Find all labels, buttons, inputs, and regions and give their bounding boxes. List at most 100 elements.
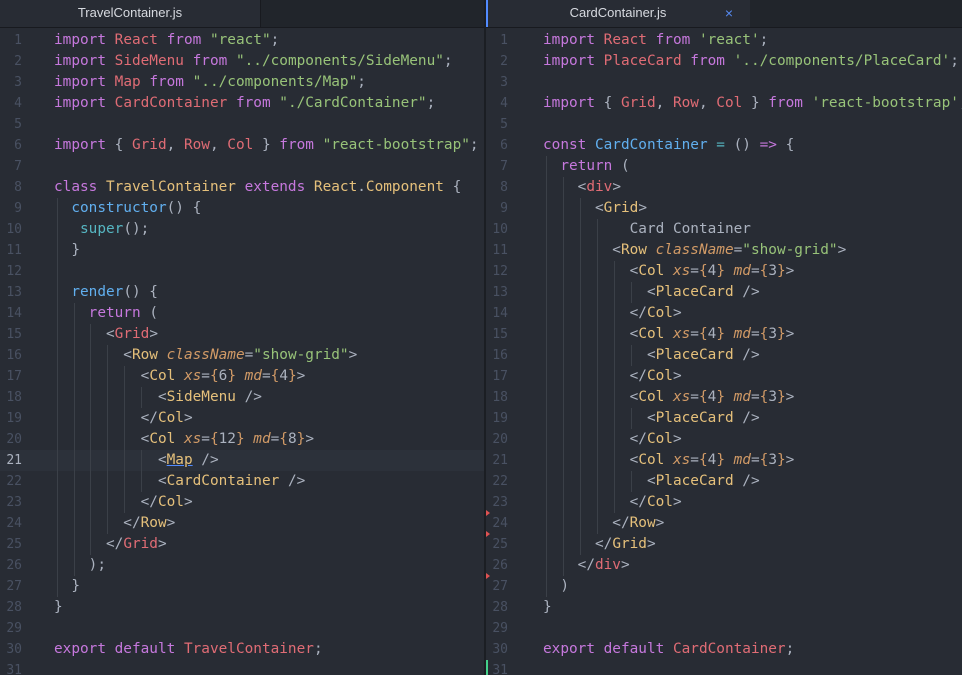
code-line[interactable]: 2 import SideMenu from "../components/Sid… (0, 51, 484, 72)
code-area-left[interactable]: 1 import React from "react"; 2 import SideM… (0, 27, 484, 675)
code-line[interactable]: 15 <Col xs={4} md={3}> (486, 324, 962, 345)
code-line[interactable]: 23 </Col> (486, 492, 962, 513)
tab-title: CardContainer.js (569, 5, 667, 20)
code-token: 3 (768, 452, 777, 468)
code-line[interactable]: 15 <Grid> (0, 324, 484, 345)
code-token: } (227, 368, 245, 384)
code-line[interactable]: 22 <PlaceCard /> (486, 471, 962, 492)
code-token: } (776, 452, 786, 468)
code-text: constructor() { (54, 198, 201, 219)
code-line[interactable]: 27 ) (486, 576, 962, 597)
line-number: 4 (14, 96, 22, 111)
code-line[interactable]: 16 <Row className="show-grid"> (0, 345, 484, 366)
code-line[interactable]: 11 } (0, 240, 484, 261)
code-line[interactable]: 12 (0, 261, 484, 282)
code-token: Col (157, 410, 184, 426)
code-token: xs (672, 452, 691, 468)
code-line[interactable]: 30 export default TravelContainer; (0, 639, 484, 660)
code-line[interactable]: 9 <Grid> (486, 198, 962, 219)
code-token: xs (672, 263, 691, 279)
code-line[interactable]: 3 import Map from "../components/Map"; (0, 72, 484, 93)
code-text: } (54, 597, 63, 618)
code-token: </ (543, 557, 595, 573)
code-line[interactable]: 26 ); (0, 555, 484, 576)
code-line[interactable]: 23 </Col> (0, 492, 484, 513)
code-line[interactable]: 27 } (0, 576, 484, 597)
code-line[interactable]: 16 <PlaceCard /> (486, 345, 962, 366)
code-line[interactable]: 28} (486, 597, 962, 618)
code-token: } (296, 431, 306, 447)
code-area-right[interactable]: 1 import React from 'react'; 2 import Place… (486, 27, 962, 675)
code-line[interactable]: 22 <CardContainer /> (0, 471, 484, 492)
left-editor-pane[interactable]: TravelContainer.js 1 import React from "r… (0, 0, 484, 675)
code-line[interactable]: 20 <Col xs={12} md={8}> (0, 429, 484, 450)
code-line[interactable]: 13 render() { (0, 282, 484, 303)
code-line[interactable]: 4 import CardContainer from "./CardContai… (0, 93, 484, 114)
code-line[interactable]: 8 class TravelContainer extends React.Com… (0, 177, 484, 198)
code-line[interactable]: 9 constructor() { (0, 198, 484, 219)
tab-cardcontainer[interactable]: CardContainer.js × (486, 0, 750, 27)
code-line[interactable]: 1 import React from 'react'; (486, 30, 962, 51)
code-line[interactable]: 6 import { Grid, Row, Col } from "react-b… (0, 135, 484, 156)
code-line[interactable]: 25 </Grid> (0, 534, 484, 555)
code-line[interactable]: 5 (486, 114, 962, 135)
code-line[interactable]: 21 <Col xs={4} md={3}> (486, 450, 962, 471)
code-line[interactable]: 31 (0, 660, 484, 675)
code-line[interactable]: 13 <PlaceCard /> (486, 282, 962, 303)
code-token: TravelContainer (105, 179, 245, 195)
code-line[interactable]: 8 <div> (486, 177, 962, 198)
code-line[interactable]: 17 </Col> (486, 366, 962, 387)
right-editor-pane[interactable]: CardContainer.js × 1 import React from 'r… (486, 0, 962, 675)
code-token: render (71, 284, 124, 300)
code-line[interactable]: 3 (486, 72, 962, 93)
code-token: div (594, 557, 621, 573)
code-line[interactable]: 10 super(); (0, 219, 484, 240)
code-token: ); (54, 557, 106, 573)
code-line[interactable]: 14 </Col> (486, 303, 962, 324)
code-token: CardContainer (166, 473, 288, 489)
code-line[interactable]: 24 </Row> (486, 513, 962, 534)
close-icon[interactable]: × (725, 0, 733, 26)
code-token: } (287, 368, 297, 384)
code-line[interactable]: 6 const CardContainer = () => { (486, 135, 962, 156)
code-line[interactable]: 19 <PlaceCard /> (486, 408, 962, 429)
code-line[interactable]: 11 <Row className="show-grid"> (486, 240, 962, 261)
code-line[interactable]: 29 (0, 618, 484, 639)
code-token: 3 (768, 326, 777, 342)
code-line[interactable]: 4 import { Grid, Row, Col } from 'react-b… (486, 93, 962, 114)
code-line[interactable]: 1 import React from "react"; (0, 30, 484, 51)
code-line[interactable]: 18 <Col xs={4} md={3}> (486, 387, 962, 408)
code-line[interactable]: 17 <Col xs={6} md={4}> (0, 366, 484, 387)
code-token: from (768, 95, 812, 111)
code-line[interactable]: 26 </div> (486, 555, 962, 576)
editor-window: TravelContainer.js 1 import React from "r… (0, 0, 962, 675)
code-line[interactable]: 12 <Col xs={4} md={3}> (486, 261, 962, 282)
code-line[interactable]: 30 export default CardContainer; (486, 639, 962, 660)
line-number: 4 (500, 96, 508, 111)
code-line[interactable]: 18 <SideMenu /> (0, 387, 484, 408)
code-text: <Grid> (543, 198, 647, 219)
code-line[interactable]: 14 return ( (0, 303, 484, 324)
code-line[interactable]: 31 (486, 660, 962, 675)
code-text: </Row> (543, 513, 664, 534)
code-line[interactable]: 20 </Col> (486, 429, 962, 450)
code-token: className (166, 347, 245, 363)
code-line[interactable]: 10 Card Container (486, 219, 962, 240)
code-line[interactable]: 21 <Map /> (0, 450, 484, 471)
code-line[interactable]: 29 (486, 618, 962, 639)
code-line[interactable]: 5 (0, 114, 484, 135)
code-line[interactable]: 24 </Row> (0, 513, 484, 534)
tab-travelcontainer[interactable]: TravelContainer.js (0, 0, 261, 27)
code-line[interactable]: 25 </Grid> (486, 534, 962, 555)
line-number: 6 (14, 138, 22, 153)
code-line[interactable]: 28} (0, 597, 484, 618)
code-line[interactable]: 7 (0, 156, 484, 177)
code-line[interactable]: 2 import PlaceCard from '../components/Pl… (486, 51, 962, 72)
code-line[interactable]: 19 </Col> (0, 408, 484, 429)
code-token: Col (227, 137, 262, 153)
code-token: Card Container (543, 221, 751, 237)
code-line[interactable]: 7 return ( (486, 156, 962, 177)
code-text: </Grid> (543, 534, 656, 555)
code-token: { (698, 263, 708, 279)
code-token: ( (149, 305, 158, 321)
